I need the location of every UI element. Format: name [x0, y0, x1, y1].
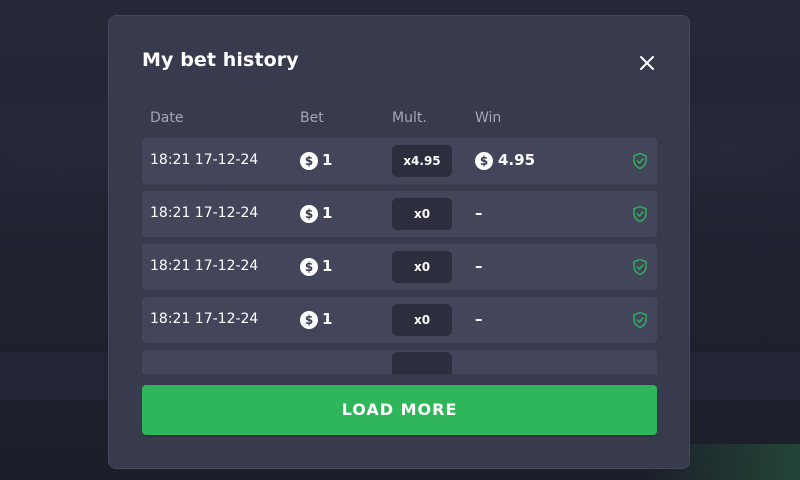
dollar-coin-icon: $ [300, 258, 318, 276]
win-amount-empty: – [475, 310, 483, 328]
bet-amount: 1 [322, 257, 333, 275]
shield-check-icon[interactable] [632, 152, 648, 170]
shield-check-icon[interactable] [632, 258, 648, 276]
dollar-coin-icon: $ [300, 311, 318, 329]
bet-history-modal: My bet history Date Bet Mult. Win 18:21 … [108, 15, 690, 469]
column-header-date: Date [150, 110, 184, 126]
load-more-button[interactable]: LOAD MORE [142, 385, 657, 435]
shield-check-icon[interactable] [632, 311, 648, 329]
bet-row: 18:21 17-12-24 $ 1 x0 – [142, 191, 657, 237]
bet-row: 18:21 17-12-24 $ 1 x0 – [142, 244, 657, 290]
dollar-coin-icon: $ [300, 205, 318, 223]
bet-date: 18:21 17-12-24 [150, 205, 259, 221]
bet-date: 18:21 17-12-24 [150, 311, 259, 327]
multiplier-badge: x0 [392, 251, 452, 283]
win-amount-empty: – [475, 204, 483, 222]
dollar-coin-icon: $ [300, 152, 318, 170]
win-amount-empty: – [475, 257, 483, 275]
column-header-bet: Bet [300, 110, 324, 126]
shield-check-icon[interactable] [632, 205, 648, 223]
background-panel-left [0, 100, 108, 190]
table-header: Date Bet Mult. Win [142, 110, 656, 130]
modal-title: My bet history [142, 49, 299, 71]
column-header-mult: Mult. [392, 110, 427, 126]
bet-row-partial [142, 350, 657, 374]
bet-amount: 1 [322, 310, 333, 328]
multiplier-badge: x0 [392, 198, 452, 230]
background-panel-right [690, 100, 800, 190]
win-amount: 4.95 [498, 151, 536, 169]
dollar-coin-icon: $ [475, 152, 493, 170]
column-header-win: Win [475, 110, 502, 126]
multiplier-badge: x0 [392, 304, 452, 336]
bet-row: 18:21 17-12-24 $ 1 x0 – [142, 297, 657, 343]
close-icon [640, 56, 654, 70]
multiplier-badge: x4.95 [392, 145, 452, 177]
multiplier-badge [392, 352, 452, 374]
bet-date: 18:21 17-12-24 [150, 258, 259, 274]
bet-row: 18:21 17-12-24 $ 1 x4.95 $ 4.95 [142, 138, 657, 184]
bet-date: 18:21 17-12-24 [150, 152, 259, 168]
close-button[interactable] [637, 53, 657, 73]
bet-amount: 1 [322, 204, 333, 222]
bet-history-list[interactable]: 18:21 17-12-24 $ 1 x4.95 $ 4.95 18:21 17… [142, 138, 657, 374]
bet-amount: 1 [322, 151, 333, 169]
